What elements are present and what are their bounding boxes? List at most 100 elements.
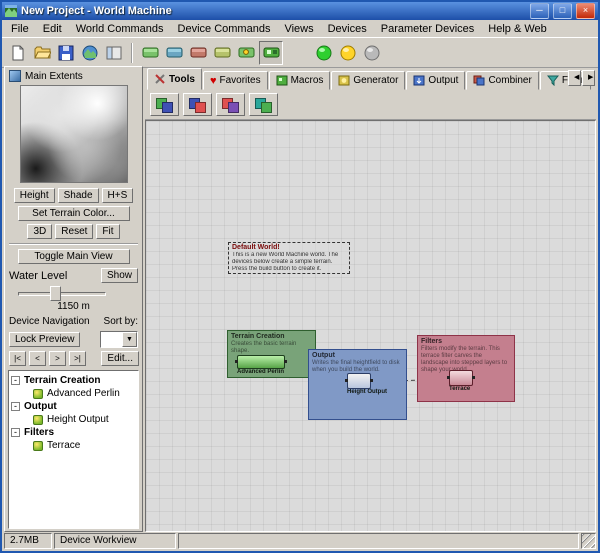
close-button[interactable]: × <box>576 3 595 19</box>
tab-label: Favorites <box>219 75 260 86</box>
main-extents-header: Main Extents <box>8 69 139 84</box>
device-filter-icon[interactable] <box>187 42 209 64</box>
tree-item-height-output[interactable]: Height Output <box>33 413 136 426</box>
menu-devices[interactable]: Devices <box>321 22 374 36</box>
device-workview-canvas[interactable]: Default World! This is a new World Machi… <box>145 120 596 532</box>
device-bullet-icon <box>33 389 43 399</box>
slider-track <box>18 292 106 296</box>
nav-first-button[interactable]: |< <box>9 351 26 366</box>
tool-palette <box>145 90 596 120</box>
device-workview-toggle-icon[interactable] <box>259 41 283 65</box>
device-terrace[interactable]: Terrace <box>449 370 473 393</box>
tree-group-label: Filters <box>24 427 54 438</box>
title-bar: New Project - World Machine ─ □ × <box>2 2 598 20</box>
tab-combiner[interactable]: Combiner <box>466 71 538 90</box>
minimize-button[interactable]: ─ <box>530 3 549 19</box>
menu-file[interactable]: File <box>4 22 36 36</box>
output-port[interactable] <box>284 360 287 363</box>
build-world-icon[interactable] <box>79 42 101 64</box>
tab-favorites[interactable]: ♥ Favorites <box>203 71 268 90</box>
nav-prev-button[interactable]: < <box>29 351 46 366</box>
new-file-icon[interactable] <box>7 42 29 64</box>
device-advanced-perlin[interactable]: Advanced Perlin <box>237 355 285 376</box>
water-level-slider[interactable] <box>18 286 106 300</box>
menu-edit[interactable]: Edit <box>36 22 69 36</box>
tab-label: Generator <box>353 75 398 86</box>
layout-icon[interactable] <box>103 42 125 64</box>
tree-group-output[interactable]: - Output <box>11 400 136 413</box>
tab-scroll: ◀ ▶ <box>568 70 595 86</box>
menu-help-web[interactable]: Help & Web <box>481 22 554 36</box>
tree-item-terrace[interactable]: Terrace <box>33 439 136 452</box>
edit-button[interactable]: Edit... <box>101 351 139 366</box>
menu-world-commands[interactable]: World Commands <box>69 22 171 36</box>
combo-arrow-icon[interactable]: ▼ <box>122 332 137 347</box>
collapse-icon[interactable]: - <box>11 402 20 411</box>
filter-icon <box>547 75 559 86</box>
hs-button[interactable]: H+S <box>102 188 134 203</box>
tool-move-icon[interactable] <box>183 93 212 116</box>
lock-preview-button[interactable]: Lock Preview <box>9 332 80 347</box>
resize-grip[interactable] <box>581 533 596 549</box>
tab-tools[interactable]: Tools <box>147 68 202 90</box>
tree-group-filters[interactable]: - Filters <box>11 426 136 439</box>
save-icon[interactable] <box>55 42 77 64</box>
tree-item-advanced-perlin[interactable]: Advanced Perlin <box>33 387 136 400</box>
tab-output[interactable]: Output <box>406 71 465 90</box>
tool-group-icon[interactable] <box>249 93 278 116</box>
main-extents-label: Main Extents <box>25 71 83 82</box>
show-water-button[interactable]: Show <box>101 268 138 283</box>
tree-group-label: Output <box>24 401 57 412</box>
nav-next-button[interactable]: > <box>49 351 66 366</box>
note-line: devices below create a simple terrain. <box>232 259 346 266</box>
set-terrain-color-button[interactable]: Set Terrain Color... <box>18 206 130 221</box>
nav-last-button[interactable]: >| <box>69 351 86 366</box>
terrain-heightmap <box>21 86 127 182</box>
menu-views[interactable]: Views <box>277 22 320 36</box>
device-output-icon[interactable] <box>163 42 185 64</box>
tree-item-label: Height Output <box>47 414 109 425</box>
group-description: Writes the final heightfield to disk whe… <box>312 360 403 374</box>
device-height-output[interactable]: Height Output <box>347 373 387 396</box>
input-port[interactable] <box>345 379 348 382</box>
tree-item-label: Terrace <box>47 440 80 451</box>
menu-device-commands[interactable]: Device Commands <box>171 22 278 36</box>
open-file-icon[interactable] <box>31 42 53 64</box>
menu-parameter-devices[interactable]: Parameter Devices <box>374 22 482 36</box>
tree-group-terrain-creation[interactable]: - Terrain Creation <box>11 374 136 387</box>
device-navigation-label: Device Navigation <box>9 316 90 327</box>
3d-button[interactable]: 3D <box>27 224 52 239</box>
device-generator-icon[interactable] <box>139 42 161 64</box>
fit-button[interactable]: Fit <box>96 224 119 239</box>
tab-macros[interactable]: Macros <box>269 71 331 90</box>
device-label: Height Output <box>347 389 387 396</box>
input-port[interactable] <box>447 376 450 379</box>
maximize-button[interactable]: □ <box>553 3 572 19</box>
output-port[interactable] <box>370 379 373 382</box>
shade-button[interactable]: Shade <box>58 188 99 203</box>
terrain-preview[interactable] <box>20 85 128 183</box>
tab-scroll-right-icon[interactable]: ▶ <box>582 70 595 86</box>
collapse-icon[interactable]: - <box>11 428 20 437</box>
output-port[interactable] <box>472 376 475 379</box>
device-label: Advanced Perlin <box>237 369 285 376</box>
sort-by-combo[interactable]: ▼ <box>100 331 138 348</box>
input-port[interactable] <box>235 360 238 363</box>
main-toolbar <box>2 38 598 68</box>
device-combiner-icon[interactable] <box>211 42 233 64</box>
collapse-icon[interactable]: - <box>11 376 20 385</box>
slider-thumb[interactable] <box>50 286 61 301</box>
device-bullet-icon <box>33 441 43 451</box>
group-title: Output <box>312 352 403 360</box>
height-button[interactable]: Height <box>14 188 55 203</box>
device-macro-icon[interactable] <box>235 42 257 64</box>
tool-select-icon[interactable] <box>150 93 179 116</box>
tool-connect-icon[interactable] <box>216 93 245 116</box>
app-window: New Project - World Machine ─ □ × File E… <box>0 0 600 553</box>
toggle-main-view-button[interactable]: Toggle Main View <box>18 249 130 264</box>
default-world-note[interactable]: Default World! This is a new World Machi… <box>228 242 350 274</box>
status-light-gray-icon <box>361 42 383 64</box>
tab-generator[interactable]: Generator <box>331 71 405 90</box>
tab-scroll-left-icon[interactable]: ◀ <box>568 70 581 86</box>
reset-button[interactable]: Reset <box>55 224 93 239</box>
